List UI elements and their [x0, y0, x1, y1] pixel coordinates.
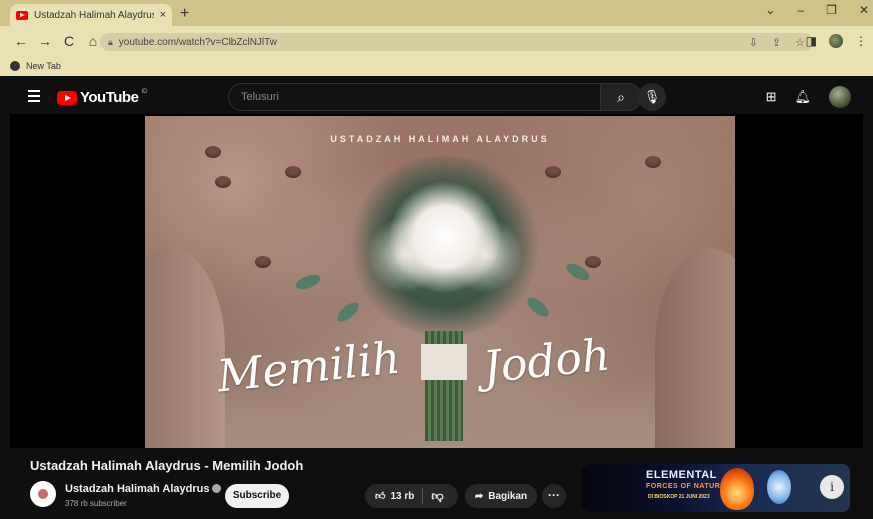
- share-arrow-icon: ➦: [474, 490, 484, 502]
- country-code: ID: [141, 89, 148, 95]
- thumbnail-top-text: USTADZAH HALIMAH ALAYDRUS: [330, 134, 550, 144]
- video-player[interactable]: USTADZAH HALIMAH ALAYDRUS Memilih Jodoh: [10, 114, 863, 448]
- minimize-icon[interactable]: –: [797, 3, 804, 17]
- video-title: Ustadzah Halimah Alaydrus - Memilih Jodo…: [30, 458, 304, 473]
- thumbs-up-icon: 👍︎: [375, 491, 386, 502]
- tuft: [255, 256, 271, 268]
- globe-icon: [10, 61, 20, 71]
- search-input[interactable]: Telusuri: [228, 83, 602, 111]
- tuft: [285, 166, 301, 178]
- youtube-play-icon: [57, 90, 77, 105]
- share-button[interactable]: ➦ Bagikan: [465, 484, 537, 508]
- tuft: [645, 156, 661, 168]
- channel-avatar[interactable]: [30, 481, 56, 507]
- youtube-header: YouTube ID Telusuri ⌕ 🎙︎ ⊞ 🔔︎: [10, 80, 863, 114]
- restore-icon[interactable]: ❐: [826, 3, 837, 17]
- channel-logo-icon: [38, 489, 48, 499]
- youtube-logo[interactable]: YouTube ID: [57, 89, 147, 106]
- thumbnail-script-right: Jodoh: [480, 329, 613, 394]
- bookmark-new-tab[interactable]: New Tab: [26, 61, 61, 71]
- reload-icon[interactable]: C: [58, 33, 80, 49]
- star-icon[interactable]: ☆: [795, 36, 805, 49]
- ad-banner[interactable]: ELEMENTAL FORCES OF NATURE DI BIOSKOP 21…: [582, 464, 850, 512]
- tab-title: Ustadzah Halimah Alaydrus - Me: [34, 9, 154, 21]
- video-info: Ustadzah Halimah Alaydrus - Memilih Jodo…: [10, 448, 863, 519]
- share-icon[interactable]: ⇪: [772, 36, 781, 49]
- browser-tab-active[interactable]: Ustadzah Halimah Alaydrus - Me ×: [10, 4, 172, 26]
- info-icon[interactable]: i: [820, 475, 844, 499]
- channel-name[interactable]: Ustadzah Halimah Alaydrus: [65, 483, 222, 495]
- tab-close-icon[interactable]: ×: [160, 9, 166, 21]
- bouquet-ribbon: [421, 344, 467, 380]
- search-icon[interactable]: ⌕: [600, 83, 642, 111]
- bookmarks-bar: New Tab: [0, 56, 873, 76]
- sidepanel-icon[interactable]: ◨: [806, 34, 817, 48]
- ember-character-image: [720, 468, 754, 510]
- like-button[interactable]: 👍︎ 13 rb: [365, 488, 424, 504]
- profile-avatar[interactable]: [829, 34, 843, 48]
- avatar[interactable]: [829, 86, 851, 108]
- wade-character-image: [767, 470, 791, 504]
- like-dislike-group: 👍︎ 13 rb 👎︎: [365, 484, 458, 508]
- address-bar[interactable]: 🔒︎ youtube.com/watch?v=ClbZclNJlTw ⇩ ⇪ ☆: [100, 33, 813, 51]
- more-actions-button[interactable]: ···: [542, 484, 566, 508]
- subscriber-count: 378 rb subscriber: [65, 499, 127, 508]
- ad-title-line1: ELEMENTAL: [646, 469, 717, 481]
- install-icon[interactable]: ⇩: [749, 36, 758, 49]
- youtube-favicon-icon: [16, 10, 28, 20]
- mic-icon[interactable]: 🎙︎: [638, 83, 666, 111]
- url-text[interactable]: youtube.com/watch?v=ClbZclNJlTw: [119, 37, 749, 48]
- lock-icon[interactable]: 🔒︎: [108, 37, 113, 48]
- tab-search-icon[interactable]: ⌄: [765, 3, 775, 17]
- share-label: Bagikan: [488, 490, 528, 502]
- new-tab-button[interactable]: +: [180, 5, 189, 23]
- header-actions: ⊞ 🔔︎: [766, 86, 851, 108]
- subscribe-button[interactable]: Subscribe: [225, 484, 289, 508]
- sofa-arm-right: [655, 248, 735, 448]
- bouquet-image: [345, 156, 545, 336]
- tuft: [215, 176, 231, 188]
- tuft: [205, 146, 221, 158]
- hamburger-icon[interactable]: [28, 90, 40, 105]
- channel-name-text[interactable]: Ustadzah Halimah Alaydrus: [65, 483, 209, 495]
- youtube-logo-text: YouTube: [80, 89, 139, 106]
- browser-tab-strip: Ustadzah Halimah Alaydrus - Me × + ⌄ – ❐…: [0, 0, 873, 26]
- video-thumbnail[interactable]: USTADZAH HALIMAH ALAYDRUS Memilih Jodoh: [145, 116, 735, 448]
- leaf: [293, 271, 323, 293]
- verified-icon: [212, 484, 222, 493]
- thumbs-down-icon[interactable]: 👎︎: [423, 489, 443, 504]
- thumbnail-script-left: Memilih: [214, 332, 403, 403]
- tuft: [585, 256, 601, 268]
- sofa-arm-left: [145, 248, 225, 448]
- menu-icon[interactable]: ⋮: [855, 34, 867, 48]
- tuft: [545, 166, 561, 178]
- close-window-icon[interactable]: ✕: [859, 3, 869, 17]
- leaf: [524, 294, 552, 320]
- toolbar-right: ◨ ⋮: [806, 34, 867, 48]
- ad-subtitle: DI BIOSKOP 21 JUNI 2023: [648, 494, 710, 500]
- like-count: 13 rb: [390, 490, 415, 502]
- ad-title: ELEMENTAL FORCES OF NATURE: [646, 470, 725, 492]
- leaf: [334, 299, 362, 325]
- forward-icon[interactable]: →: [34, 33, 56, 49]
- create-icon[interactable]: ⊞: [766, 89, 777, 105]
- back-icon[interactable]: ←: [10, 33, 32, 49]
- window-controls: ⌄ – ❐ ✕: [765, 3, 869, 17]
- bell-icon[interactable]: 🔔︎: [794, 89, 811, 105]
- ad-title-line2: FORCES OF NATURE: [646, 483, 726, 490]
